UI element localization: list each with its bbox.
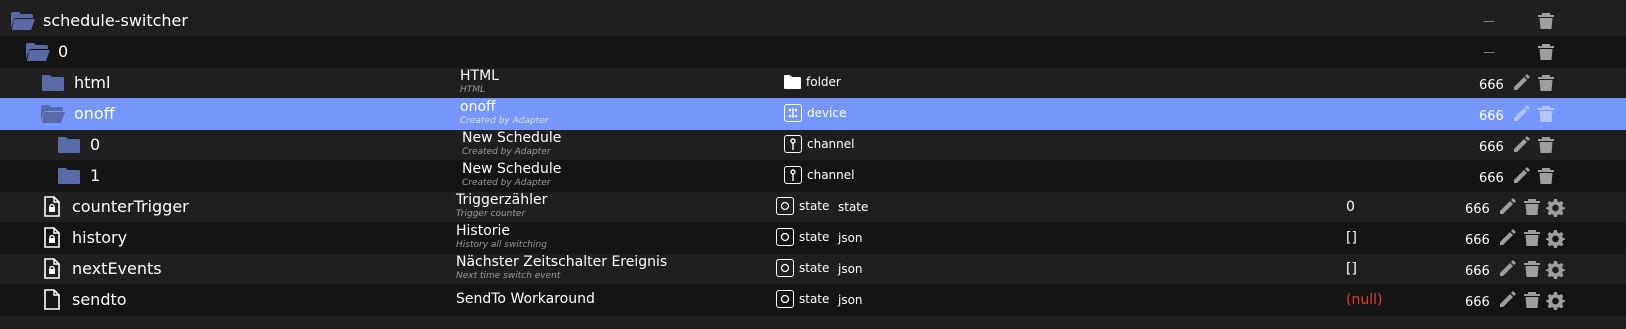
object-name: 0 xyxy=(90,135,101,154)
object-description: Created by Adapter xyxy=(462,147,551,157)
folder-icon[interactable] xyxy=(57,167,81,185)
tree-row-html[interactable]: html HTML HTML folder 666 xyxy=(0,67,1626,99)
file-lock-icon[interactable] xyxy=(44,196,60,217)
pencil-icon[interactable] xyxy=(1512,167,1530,185)
file-lock-icon[interactable] xyxy=(44,227,60,248)
acl-value: — xyxy=(1483,45,1495,59)
trash-icon[interactable] xyxy=(1537,74,1555,92)
object-description: Next time switch event xyxy=(456,271,561,281)
folder-open-icon[interactable] xyxy=(25,42,51,62)
gear-icon[interactable] xyxy=(1546,260,1565,279)
object-value[interactable]: 0 xyxy=(1346,191,1355,223)
pencil-icon[interactable] xyxy=(1512,74,1530,92)
acl-value: 666 xyxy=(1465,295,1490,310)
tree-row-onoff[interactable]: onoff onoff Created by Adapter device 66… xyxy=(0,98,1626,130)
trash-icon[interactable] xyxy=(1523,229,1541,247)
object-role: json xyxy=(838,231,863,245)
channel-icon xyxy=(784,135,802,153)
object-type: state xyxy=(799,230,830,244)
object-name: schedule-switcher xyxy=(43,11,188,30)
pencil-icon[interactable] xyxy=(1498,260,1516,278)
object-type: state xyxy=(799,261,830,275)
pencil-icon[interactable] xyxy=(1512,105,1530,123)
folder-icon xyxy=(784,75,801,89)
object-type: device xyxy=(807,106,847,120)
state-icon xyxy=(776,228,794,246)
tree-row-history[interactable]: history Historie History all switching s… xyxy=(0,222,1626,254)
tree-row-0-channel[interactable]: 0 New Schedule Created by Adapter channe… xyxy=(0,129,1626,161)
object-role: json xyxy=(838,293,863,307)
object-name: html xyxy=(74,73,111,92)
tree-row-nextEvents[interactable]: nextEvents Nächster Zeitschalter Ereigni… xyxy=(0,253,1626,285)
tree-row-schedule-switcher[interactable]: schedule-switcher — xyxy=(0,5,1626,37)
object-title: New Schedule xyxy=(462,130,562,146)
object-description: History all switching xyxy=(456,240,547,250)
file-lock-icon[interactable] xyxy=(44,258,60,279)
state-icon xyxy=(776,290,794,308)
gear-icon[interactable] xyxy=(1546,198,1565,217)
pencil-icon[interactable] xyxy=(1498,291,1516,309)
folder-icon[interactable] xyxy=(41,74,65,92)
object-title: HTML xyxy=(460,68,499,84)
state-icon xyxy=(776,197,794,215)
object-role: state xyxy=(838,200,869,214)
pencil-icon[interactable] xyxy=(1498,198,1516,216)
object-type: state xyxy=(799,292,830,306)
object-title: Nächster Zeitschalter Ereignis xyxy=(456,254,668,270)
channel-icon xyxy=(784,166,802,184)
object-title: New Schedule xyxy=(462,161,562,177)
file-icon[interactable] xyxy=(44,289,60,310)
folder-icon[interactable] xyxy=(57,136,81,154)
object-name: onoff xyxy=(74,104,115,123)
object-description: HTML xyxy=(460,85,486,95)
folder-open-icon[interactable] xyxy=(40,104,66,124)
tree-row-counterTrigger[interactable]: counterTrigger Triggerzähler Trigger cou… xyxy=(0,191,1626,223)
object-value[interactable]: [] xyxy=(1346,222,1357,254)
acl-value: — xyxy=(1483,14,1495,28)
object-title: Triggerzähler xyxy=(456,192,548,208)
object-value[interactable]: [] xyxy=(1346,253,1357,285)
object-name: nextEvents xyxy=(72,259,162,278)
object-type: channel xyxy=(807,137,855,151)
object-title: onoff xyxy=(460,99,496,115)
folder-open-icon[interactable] xyxy=(10,11,36,31)
object-type: folder xyxy=(806,75,841,89)
device-icon xyxy=(784,104,802,122)
object-role: json xyxy=(838,262,863,276)
object-name: sendto xyxy=(72,290,127,309)
trash-icon[interactable] xyxy=(1537,167,1555,185)
tree-row-sendto[interactable]: sendto SendTo Workaround state json (nul… xyxy=(0,284,1626,316)
tree-row-0[interactable]: 0 — xyxy=(0,36,1626,68)
object-name: 0 xyxy=(58,42,69,61)
object-name: 1 xyxy=(90,166,101,185)
object-type: channel xyxy=(807,168,855,182)
state-icon xyxy=(776,259,794,277)
pencil-icon[interactable] xyxy=(1512,136,1530,154)
object-name: history xyxy=(72,228,128,247)
object-description: Trigger counter xyxy=(456,209,526,219)
trash-icon[interactable] xyxy=(1523,260,1541,278)
tree-row-1-channel[interactable]: 1 New Schedule Created by Adapter channe… xyxy=(0,160,1626,192)
gear-icon[interactable] xyxy=(1546,229,1565,248)
object-value[interactable]: (null) xyxy=(1346,284,1382,316)
trash-icon[interactable] xyxy=(1537,43,1555,61)
object-name: counterTrigger xyxy=(72,197,189,216)
trash-icon[interactable] xyxy=(1537,136,1555,154)
object-title: SendTo Workaround xyxy=(456,291,595,307)
trash-icon[interactable] xyxy=(1523,291,1541,309)
object-description: Created by Adapter xyxy=(462,178,551,188)
pencil-icon[interactable] xyxy=(1498,229,1516,247)
trash-icon[interactable] xyxy=(1537,12,1555,30)
gear-icon[interactable] xyxy=(1546,291,1565,310)
trash-icon[interactable] xyxy=(1537,105,1555,123)
object-type: state xyxy=(799,199,830,213)
object-title: Historie xyxy=(456,223,511,239)
object-description: Created by Adapter xyxy=(460,116,549,126)
trash-icon[interactable] xyxy=(1523,198,1541,216)
